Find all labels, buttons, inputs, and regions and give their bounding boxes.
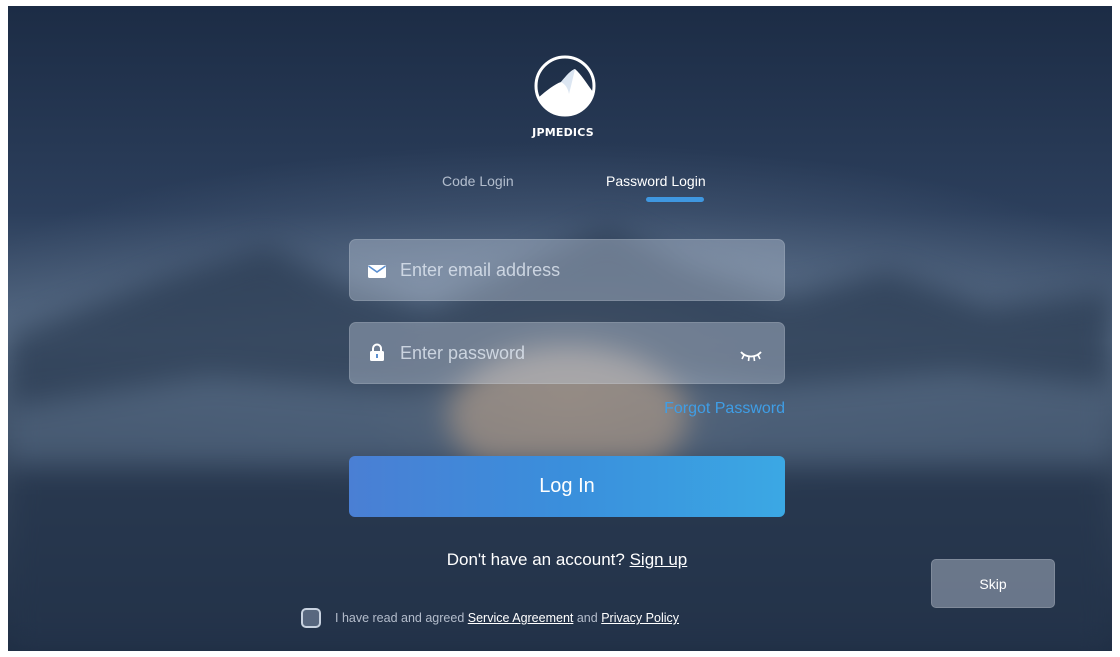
brand-name: JPMEDICS <box>532 126 594 139</box>
signup-prompt: Don't have an account? Sign up <box>349 550 785 570</box>
agreement-conjunction: and <box>576 611 598 625</box>
service-agreement-link[interactable]: Service Agreement <box>468 611 574 625</box>
forgot-password-link[interactable]: Forgot Password <box>608 400 785 418</box>
lock-icon <box>370 343 384 361</box>
password-field-container <box>349 322 785 384</box>
login-button[interactable]: Log In <box>349 456 785 517</box>
skip-button[interactable]: Skip <box>931 559 1055 608</box>
signup-link[interactable]: Sign up <box>630 550 688 569</box>
tab-code-login[interactable]: Code Login <box>442 173 514 189</box>
signup-prompt-text: Don't have an account? <box>446 550 625 569</box>
password-input[interactable] <box>400 323 730 383</box>
agreement-text: I have read and agreed Service Agreement… <box>335 611 679 625</box>
agreement-prefix: I have read and agreed <box>335 611 465 625</box>
eye-closed-icon[interactable] <box>738 345 764 363</box>
active-tab-indicator <box>646 197 704 202</box>
envelope-icon <box>368 265 386 278</box>
email-input[interactable] <box>400 240 730 300</box>
login-screen: JPMEDICS Code Login Password Login Forgo… <box>8 6 1112 651</box>
tab-password-login[interactable]: Password Login <box>606 173 706 189</box>
agreement-checkbox[interactable] <box>301 608 321 628</box>
privacy-policy-link[interactable]: Privacy Policy <box>601 611 679 625</box>
email-field-container <box>349 239 785 301</box>
mountain-logo-icon <box>534 55 596 117</box>
